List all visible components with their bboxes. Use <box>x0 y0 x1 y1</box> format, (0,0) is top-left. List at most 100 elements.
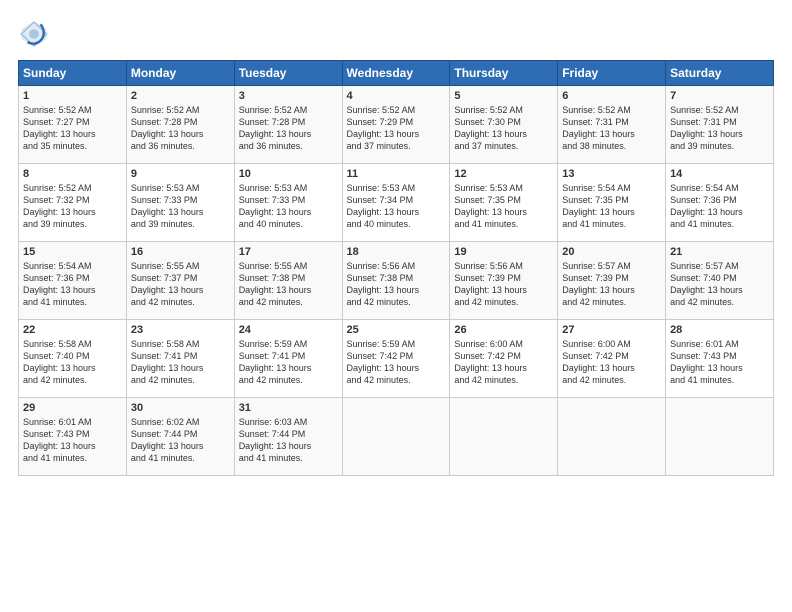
day-info: Sunrise: 6:00 AM Sunset: 7:42 PM Dayligh… <box>454 338 553 387</box>
calendar-week-row: 29 Sunrise: 6:01 AM Sunset: 7:43 PM Dayli… <box>19 398 774 476</box>
day-info: Sunrise: 5:52 AM Sunset: 7:28 PM Dayligh… <box>131 104 230 153</box>
calendar-week-row: 22Sunrise: 5:58 AM Sunset: 7:40 PM Dayli… <box>19 320 774 398</box>
day-number: 4 <box>347 90 446 102</box>
day-info: Sunrise: 6:01 AM Sunset: 7:43 PM Dayligh… <box>23 416 122 465</box>
day-number: 29 <box>23 402 122 414</box>
calendar-cell: 26Sunrise: 6:00 AM Sunset: 7:42 PM Dayli… <box>450 320 558 398</box>
day-info: Sunrise: 5:56 AM Sunset: 7:39 PM Dayligh… <box>454 260 553 309</box>
header <box>18 18 774 50</box>
weekday-header-thursday: Thursday <box>450 61 558 86</box>
day-number: 5 <box>454 90 553 102</box>
calendar-cell: 27 Sunrise: 6:00 AM Sunset: 7:42 PM Dayli… <box>558 320 666 398</box>
calendar-cell: 13 Sunrise: 5:54 AM Sunset: 7:35 PM Dayli… <box>558 164 666 242</box>
calendar-cell: 9Sunrise: 5:53 AM Sunset: 7:33 PM Daylig… <box>126 164 234 242</box>
day-number: 1 <box>23 90 122 102</box>
calendar-cell: 4 Sunrise: 5:52 AM Sunset: 7:29 PM Daylig… <box>342 86 450 164</box>
weekday-header-tuesday: Tuesday <box>234 61 342 86</box>
calendar-cell: 8 Sunrise: 5:52 AM Sunset: 7:32 PM Daylig… <box>19 164 127 242</box>
calendar-cell: 25 Sunrise: 5:59 AM Sunset: 7:42 PM Dayli… <box>342 320 450 398</box>
day-number: 8 <box>23 168 122 180</box>
day-number: 25 <box>347 324 446 336</box>
calendar-cell: 17 Sunrise: 5:55 AM Sunset: 7:38 PM Dayli… <box>234 242 342 320</box>
day-number: 27 <box>562 324 661 336</box>
day-number: 21 <box>670 246 769 258</box>
day-info: Sunrise: 5:53 AM Sunset: 7:34 PM Dayligh… <box>347 182 446 231</box>
page: SundayMondayTuesdayWednesdayThursdayFrid… <box>0 0 792 612</box>
calendar-cell: 15 Sunrise: 5:54 AM Sunset: 7:36 PM Dayli… <box>19 242 127 320</box>
day-info: Sunrise: 5:52 AM Sunset: 7:32 PM Dayligh… <box>23 182 122 231</box>
calendar-week-row: 1 Sunrise: 5:52 AM Sunset: 7:27 PM Daylig… <box>19 86 774 164</box>
day-number: 18 <box>347 246 446 258</box>
day-info: Sunrise: 5:52 AM Sunset: 7:31 PM Dayligh… <box>562 104 661 153</box>
day-info: Sunrise: 5:52 AM Sunset: 7:29 PM Dayligh… <box>347 104 446 153</box>
calendar-cell: 3 Sunrise: 5:52 AM Sunset: 7:28 PM Daylig… <box>234 86 342 164</box>
calendar-cell <box>558 398 666 476</box>
weekday-header-monday: Monday <box>126 61 234 86</box>
weekday-header-row: SundayMondayTuesdayWednesdayThursdayFrid… <box>19 61 774 86</box>
calendar-cell: 19 Sunrise: 5:56 AM Sunset: 7:39 PM Dayli… <box>450 242 558 320</box>
day-number: 13 <box>562 168 661 180</box>
calendar-cell: 10 Sunrise: 5:53 AM Sunset: 7:33 PM Dayli… <box>234 164 342 242</box>
day-info: Sunrise: 5:57 AM Sunset: 7:39 PM Dayligh… <box>562 260 661 309</box>
day-number: 2 <box>131 90 230 102</box>
calendar-cell: 21 Sunrise: 5:57 AM Sunset: 7:40 PM Dayli… <box>666 242 774 320</box>
day-number: 3 <box>239 90 338 102</box>
calendar-cell: 24 Sunrise: 5:59 AM Sunset: 7:41 PM Dayli… <box>234 320 342 398</box>
calendar-cell <box>450 398 558 476</box>
calendar-cell: 28 Sunrise: 6:01 AM Sunset: 7:43 PM Dayli… <box>666 320 774 398</box>
day-number: 24 <box>239 324 338 336</box>
calendar-cell: 5 Sunrise: 5:52 AM Sunset: 7:30 PM Daylig… <box>450 86 558 164</box>
day-number: 7 <box>670 90 769 102</box>
day-info: Sunrise: 5:56 AM Sunset: 7:38 PM Dayligh… <box>347 260 446 309</box>
calendar-cell: 14Sunrise: 5:54 AM Sunset: 7:36 PM Dayli… <box>666 164 774 242</box>
day-info: Sunrise: 5:55 AM Sunset: 7:38 PM Dayligh… <box>239 260 338 309</box>
day-info: Sunrise: 6:01 AM Sunset: 7:43 PM Dayligh… <box>670 338 769 387</box>
day-info: Sunrise: 5:52 AM Sunset: 7:27 PM Dayligh… <box>23 104 122 153</box>
day-info: Sunrise: 5:57 AM Sunset: 7:40 PM Dayligh… <box>670 260 769 309</box>
calendar-cell: 29 Sunrise: 6:01 AM Sunset: 7:43 PM Dayli… <box>19 398 127 476</box>
calendar-cell: 22Sunrise: 5:58 AM Sunset: 7:40 PM Dayli… <box>19 320 127 398</box>
calendar-cell: 11Sunrise: 5:53 AM Sunset: 7:34 PM Dayli… <box>342 164 450 242</box>
calendar-table: SundayMondayTuesdayWednesdayThursdayFrid… <box>18 60 774 476</box>
day-number: 10 <box>239 168 338 180</box>
day-info: Sunrise: 5:53 AM Sunset: 7:33 PM Dayligh… <box>239 182 338 231</box>
day-info: Sunrise: 6:03 AM Sunset: 7:44 PM Dayligh… <box>239 416 338 465</box>
day-info: Sunrise: 5:55 AM Sunset: 7:37 PM Dayligh… <box>131 260 230 309</box>
calendar-cell: 30 Sunrise: 6:02 AM Sunset: 7:44 PM Dayli… <box>126 398 234 476</box>
calendar-cell: 20 Sunrise: 5:57 AM Sunset: 7:39 PM Dayli… <box>558 242 666 320</box>
calendar-cell: 18 Sunrise: 5:56 AM Sunset: 7:38 PM Dayli… <box>342 242 450 320</box>
day-number: 19 <box>454 246 553 258</box>
day-number: 30 <box>131 402 230 414</box>
calendar-cell: 1 Sunrise: 5:52 AM Sunset: 7:27 PM Daylig… <box>19 86 127 164</box>
day-info: Sunrise: 5:59 AM Sunset: 7:41 PM Dayligh… <box>239 338 338 387</box>
day-info: Sunrise: 5:52 AM Sunset: 7:28 PM Dayligh… <box>239 104 338 153</box>
logo <box>18 18 54 50</box>
calendar-cell: 23 Sunrise: 5:58 AM Sunset: 7:41 PM Dayli… <box>126 320 234 398</box>
calendar-cell: 6 Sunrise: 5:52 AM Sunset: 7:31 PM Daylig… <box>558 86 666 164</box>
day-info: Sunrise: 5:52 AM Sunset: 7:31 PM Dayligh… <box>670 104 769 153</box>
calendar-week-row: 15 Sunrise: 5:54 AM Sunset: 7:36 PM Dayli… <box>19 242 774 320</box>
day-info: Sunrise: 5:53 AM Sunset: 7:33 PM Dayligh… <box>131 182 230 231</box>
day-number: 22 <box>23 324 122 336</box>
day-info: Sunrise: 6:02 AM Sunset: 7:44 PM Dayligh… <box>131 416 230 465</box>
day-info: Sunrise: 5:54 AM Sunset: 7:36 PM Dayligh… <box>23 260 122 309</box>
day-number: 6 <box>562 90 661 102</box>
day-info: Sunrise: 5:58 AM Sunset: 7:41 PM Dayligh… <box>131 338 230 387</box>
day-info: Sunrise: 6:00 AM Sunset: 7:42 PM Dayligh… <box>562 338 661 387</box>
weekday-header-wednesday: Wednesday <box>342 61 450 86</box>
weekday-header-saturday: Saturday <box>666 61 774 86</box>
day-info: Sunrise: 5:54 AM Sunset: 7:36 PM Dayligh… <box>670 182 769 231</box>
day-info: Sunrise: 5:54 AM Sunset: 7:35 PM Dayligh… <box>562 182 661 231</box>
day-number: 23 <box>131 324 230 336</box>
day-info: Sunrise: 5:59 AM Sunset: 7:42 PM Dayligh… <box>347 338 446 387</box>
day-number: 28 <box>670 324 769 336</box>
day-number: 20 <box>562 246 661 258</box>
day-number: 12 <box>454 168 553 180</box>
day-number: 15 <box>23 246 122 258</box>
calendar-cell <box>342 398 450 476</box>
day-info: Sunrise: 5:52 AM Sunset: 7:30 PM Dayligh… <box>454 104 553 153</box>
day-number: 16 <box>131 246 230 258</box>
day-number: 17 <box>239 246 338 258</box>
calendar-cell <box>666 398 774 476</box>
logo-icon <box>18 18 50 50</box>
